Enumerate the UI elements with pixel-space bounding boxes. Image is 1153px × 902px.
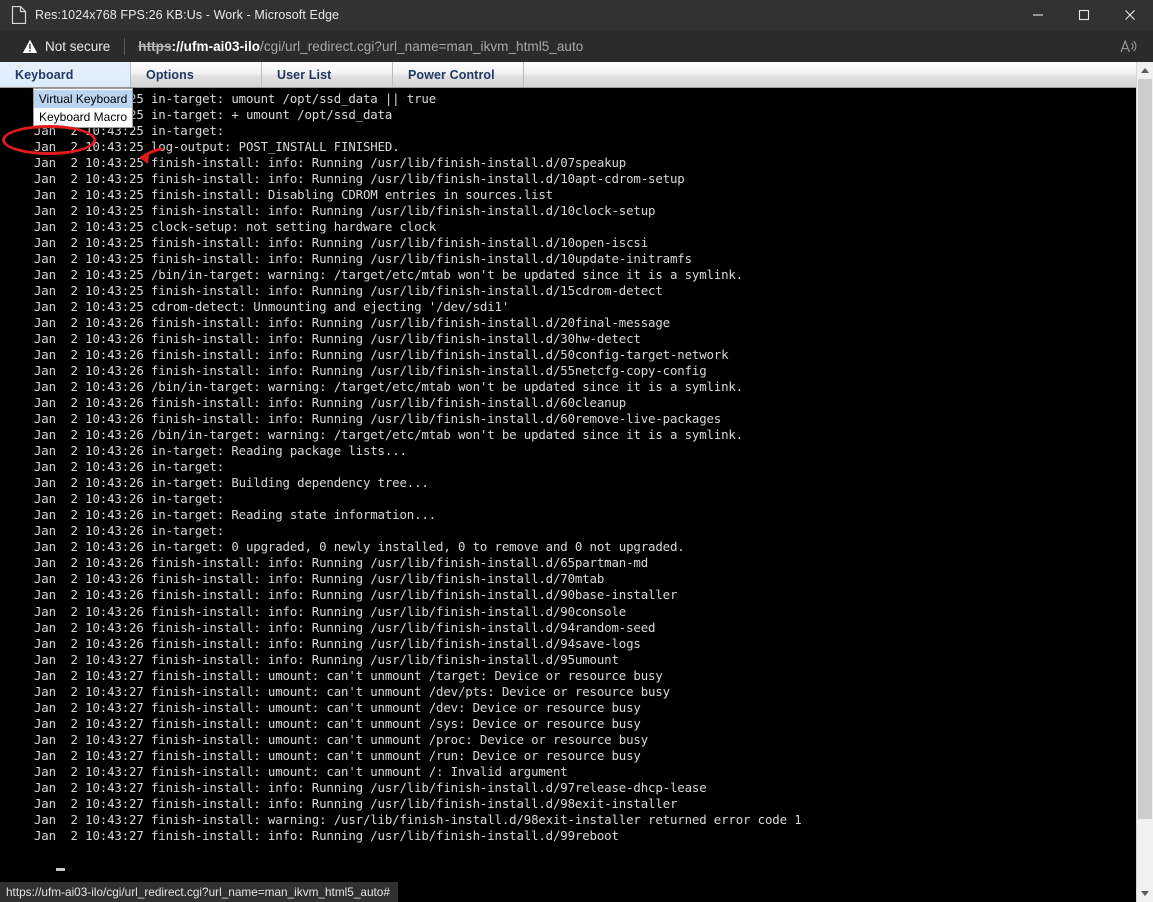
console-line: Jan 2 10:43:25 finish-install: Disabling… bbox=[0, 187, 1136, 203]
console-line: Jan 2 10:43:25 finish-install: info: Run… bbox=[0, 283, 1136, 299]
console-line: Jan 2 10:43:27 finish-install: umount: c… bbox=[0, 716, 1136, 732]
console-line: Jan 2 10:43:25 finish-install: info: Run… bbox=[0, 171, 1136, 187]
console-line: Jan 2 10:43:26 finish-install: info: Run… bbox=[0, 555, 1136, 571]
console-line: Jan 2 10:43:27 finish-install: warning: … bbox=[0, 812, 1136, 828]
console-line: Jan 2 10:43:26 in-target: Building depen… bbox=[0, 475, 1136, 491]
address-divider bbox=[124, 38, 125, 55]
status-bar-link-preview: https://ufm-ai03-ilo/cgi/url_redirect.cg… bbox=[0, 882, 398, 902]
chevron-up-icon bbox=[1141, 68, 1149, 73]
menu-item-user-list[interactable]: User List bbox=[262, 62, 393, 87]
scrollbar-up-button[interactable] bbox=[1137, 62, 1153, 79]
dropdown-item-virtual-keyboard[interactable]: Virtual Keyboard bbox=[34, 90, 132, 108]
close-button[interactable] bbox=[1107, 0, 1153, 30]
console-line: Jan 2 10:43:27 finish-install: info: Run… bbox=[0, 780, 1136, 796]
console-line: Jan 2 10:43:27 finish-install: info: Run… bbox=[0, 796, 1136, 812]
url-host: ://ufm-ai03-ilo bbox=[172, 39, 261, 54]
console-line: Jan 2 10:43:26 in-target: Reading state … bbox=[0, 507, 1136, 523]
console-line: Jan 2 10:43:25 finish-install: info: Run… bbox=[0, 203, 1136, 219]
console-line: Jan 2 10:43:25 finish-install: info: Run… bbox=[0, 155, 1136, 171]
page-scrollbar[interactable] bbox=[1136, 62, 1153, 902]
dropdown-item-keyboard-macro[interactable]: Keyboard Macro bbox=[34, 108, 132, 126]
console-line: Jan 2 10:43:25 finish-install: info: Run… bbox=[0, 235, 1136, 251]
console-line: Jan 2 10:43:25 in-target: umount /opt/ss… bbox=[0, 91, 1136, 107]
console-line: Jan 2 10:43:26 /bin/in-target: warning: … bbox=[0, 427, 1136, 443]
console-line: Jan 2 10:43:26 in-target: bbox=[0, 459, 1136, 475]
menubar-filler bbox=[524, 62, 1136, 87]
window-titlebar: Res:1024x768 FPS:26 KB:Us - Work - Micro… bbox=[0, 0, 1153, 30]
ikvm-page: Keyboard Options User List Power Control… bbox=[0, 62, 1136, 902]
ikvm-menubar: Keyboard Options User List Power Control bbox=[0, 62, 1136, 88]
console-line: Jan 2 10:43:25 /bin/in-target: warning: … bbox=[0, 267, 1136, 283]
window-title: Res:1024x768 FPS:26 KB:Us - Work - Micro… bbox=[35, 8, 339, 22]
security-status-label: Not secure bbox=[45, 39, 110, 54]
console-line: Jan 2 10:43:26 finish-install: info: Run… bbox=[0, 363, 1136, 379]
read-aloud-icon[interactable] bbox=[1115, 34, 1141, 58]
console-line: Jan 2 10:43:27 finish-install: info: Run… bbox=[0, 828, 1136, 844]
warning-triangle-icon[interactable] bbox=[22, 39, 38, 54]
console-line: Jan 2 10:43:25 log-output: POST_INSTALL … bbox=[0, 139, 1136, 155]
console-line: Jan 2 10:43:26 in-target: Reading packag… bbox=[0, 443, 1136, 459]
menu-item-user-list-label: User List bbox=[277, 68, 331, 82]
dropdown-item-virtual-keyboard-label: Virtual Keyboard bbox=[39, 92, 128, 106]
console-line: Jan 2 10:43:25 finish-install: info: Run… bbox=[0, 251, 1136, 267]
chevron-down-icon bbox=[1141, 891, 1149, 896]
console-cursor-line bbox=[0, 860, 1136, 876]
console-line: Jan 2 10:43:25 clock-setup: not setting … bbox=[0, 219, 1136, 235]
menu-item-keyboard-label: Keyboard bbox=[15, 68, 73, 82]
console-line: Jan 2 10:43:26 in-target: bbox=[0, 491, 1136, 507]
console-line: Jan 2 10:43:26 finish-install: info: Run… bbox=[0, 331, 1136, 347]
console-line: Jan 2 10:43:26 in-target: bbox=[0, 523, 1136, 539]
status-bar-url: https://ufm-ai03-ilo/cgi/url_redirect.cg… bbox=[6, 885, 390, 899]
console-line: Jan 2 10:43:27 finish-install: umount: c… bbox=[0, 732, 1136, 748]
console-line: Jan 2 10:43:27 finish-install: umount: c… bbox=[0, 700, 1136, 716]
scrollbar-thumb[interactable] bbox=[1138, 79, 1152, 819]
page-viewport: Keyboard Options User List Power Control… bbox=[0, 62, 1153, 902]
console-line: Jan 2 10:43:27 finish-install: umount: c… bbox=[0, 764, 1136, 780]
url-text[interactable]: https://ufm-ai03-ilo/cgi/url_redirect.cg… bbox=[138, 39, 583, 54]
console-line: Jan 2 10:43:27 finish-install: umount: c… bbox=[0, 748, 1136, 764]
window-controls bbox=[1015, 0, 1153, 30]
keyboard-dropdown-menu: Virtual Keyboard Keyboard Macro bbox=[33, 88, 133, 128]
menu-item-power-control[interactable]: Power Control bbox=[393, 62, 524, 87]
console-line: Jan 2 10:43:26 finish-install: info: Run… bbox=[0, 587, 1136, 603]
console-line: Jan 2 10:43:25 in-target: bbox=[0, 123, 1136, 139]
console-line: Jan 2 10:43:26 finish-install: info: Run… bbox=[0, 347, 1136, 363]
console-line: Jan 2 10:43:26 finish-install: info: Run… bbox=[0, 620, 1136, 636]
minimize-button[interactable] bbox=[1015, 0, 1061, 30]
menu-item-options-label: Options bbox=[146, 68, 194, 82]
scrollbar-track[interactable] bbox=[1137, 79, 1153, 885]
address-bar[interactable]: Not secure https://ufm-ai03-ilo/cgi/url_… bbox=[0, 30, 1153, 62]
menu-item-keyboard[interactable]: Keyboard bbox=[0, 62, 131, 87]
console-line: Jan 2 10:43:26 finish-install: info: Run… bbox=[0, 636, 1136, 652]
menu-item-options[interactable]: Options bbox=[131, 62, 262, 87]
console-line: Jan 2 10:43:25 in-target: + umount /opt/… bbox=[0, 107, 1136, 123]
scrollbar-down-button[interactable] bbox=[1137, 885, 1153, 902]
ikvm-console-output: Jan 2 10:43:25 in-target: umount /opt/ss… bbox=[0, 88, 1136, 902]
menu-item-power-control-label: Power Control bbox=[408, 68, 495, 82]
console-line: Jan 2 10:43:27 finish-install: umount: c… bbox=[0, 684, 1136, 700]
console-line: Jan 2 10:43:27 finish-install: info: Run… bbox=[0, 652, 1136, 668]
console-line: Jan 2 10:43:26 finish-install: info: Run… bbox=[0, 395, 1136, 411]
console-line: Jan 2 10:43:26 finish-install: info: Run… bbox=[0, 604, 1136, 620]
console-line: Jan 2 10:43:26 finish-install: info: Run… bbox=[0, 315, 1136, 331]
console-line: Jan 2 10:43:26 finish-install: info: Run… bbox=[0, 571, 1136, 587]
maximize-button[interactable] bbox=[1061, 0, 1107, 30]
console-line: Jan 2 10:43:26 /bin/in-target: warning: … bbox=[0, 379, 1136, 395]
console-line-blank bbox=[0, 844, 1136, 860]
url-scheme: https bbox=[138, 39, 171, 54]
edge-browser-window: Res:1024x768 FPS:26 KB:Us - Work - Micro… bbox=[0, 0, 1153, 902]
console-cursor bbox=[56, 868, 65, 871]
document-icon bbox=[11, 6, 27, 24]
console-line: Jan 2 10:43:27 finish-install: umount: c… bbox=[0, 668, 1136, 684]
console-line: Jan 2 10:43:26 finish-install: info: Run… bbox=[0, 411, 1136, 427]
console-line: Jan 2 10:43:25 cdrom-detect: Unmounting … bbox=[0, 299, 1136, 315]
console-line: Jan 2 10:43:26 in-target: 0 upgraded, 0 … bbox=[0, 539, 1136, 555]
url-path: /cgi/url_redirect.cgi?url_name=man_ikvm_… bbox=[260, 39, 583, 54]
dropdown-item-keyboard-macro-label: Keyboard Macro bbox=[39, 110, 127, 124]
